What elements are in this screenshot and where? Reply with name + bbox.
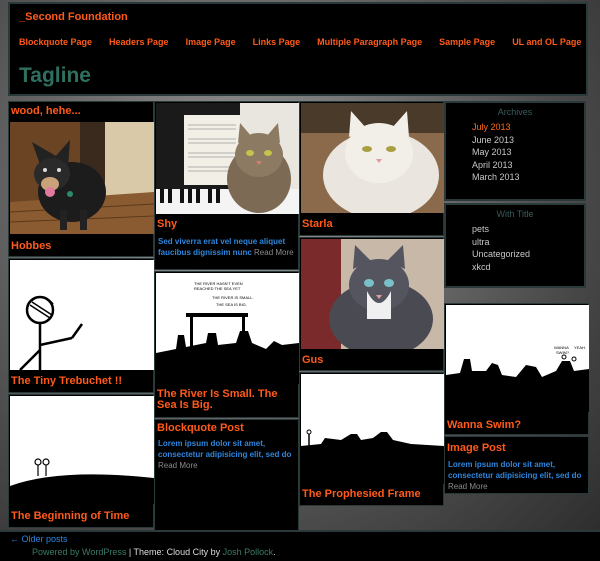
post-title-prophesied[interactable]: The Prophesied Frame: [302, 489, 421, 500]
category-link[interactable]: xkcd: [472, 261, 584, 274]
post-card-starla: Starla: [299, 101, 444, 236]
post-title-beginning[interactable]: The Beginning of Time: [11, 511, 129, 522]
nav-item-ul-ol-page[interactable]: UL and OL Page: [512, 37, 581, 47]
author-link[interactable]: Josh Pollock: [223, 547, 274, 557]
category-link[interactable]: ultra: [472, 236, 584, 249]
nav-item-blockquote-page[interactable]: Blockquote Page: [19, 37, 92, 47]
archive-link[interactable]: April 2013: [472, 159, 584, 172]
site-footer: ← Older posts Powered by WordPress | The…: [0, 530, 600, 561]
svg-text:THE SEA IS BIG.: THE SEA IS BIG.: [216, 302, 247, 307]
post-excerpt-blockquote: Lorem ipsum dolor sit amet, consectetur …: [158, 439, 292, 470]
dog-photo[interactable]: [10, 122, 154, 234]
post-title-hobbes[interactable]: Hobbes: [11, 241, 51, 252]
post-card-river: THE RIVER HASN'T EVEN REACHED THE SEA YE…: [154, 271, 299, 418]
post-title-wood[interactable]: wood, hehe...: [11, 106, 81, 117]
svg-text:SWIM?: SWIM?: [556, 350, 570, 355]
post-excerpt-shy: Sed viverra erat vel neque aliquet fauci…: [158, 237, 294, 257]
wordpress-link[interactable]: Powered by WordPress: [32, 547, 126, 557]
nav-item-links-page[interactable]: Links Page: [253, 37, 301, 47]
post-title-imagepost[interactable]: Image Post: [447, 443, 506, 454]
post-title-swim[interactable]: Wanna Swim?: [447, 420, 521, 431]
beginning-comic[interactable]: [10, 396, 154, 504]
trebuchet-comic[interactable]: [10, 260, 154, 370]
archives-widget: Archives July 2013 June 2013 May 2013 Ap…: [444, 101, 586, 201]
site-tagline: Tagline: [19, 64, 91, 87]
read-more-link[interactable]: Read More: [158, 461, 198, 470]
post-title-blockquote[interactable]: Blockquote Post: [157, 423, 244, 434]
categories-title: With Title: [496, 209, 534, 219]
post-title-trebuchet[interactable]: The Tiny Trebuchet !!: [11, 376, 122, 387]
archives-list: July 2013 June 2013 May 2013 April 2013 …: [472, 121, 584, 184]
site-header: _Second Foundation Blockquote Page Heade…: [8, 2, 588, 96]
post-card-gus: Gus: [299, 237, 444, 371]
archive-link[interactable]: July 2013: [472, 121, 584, 134]
post-title-gus[interactable]: Gus: [302, 355, 323, 366]
post-card-blockquote: Blockquote Post Lorem ipsum dolor sit am…: [154, 419, 299, 531]
archive-link[interactable]: March 2013: [472, 171, 584, 184]
post-title-river[interactable]: The River Is Small. The Sea Is Big.: [157, 389, 297, 411]
nav-item-image-page[interactable]: Image Page: [186, 37, 236, 47]
read-more-link[interactable]: Read More: [448, 482, 488, 491]
main-nav: Blockquote Page Headers Page Image Page …: [19, 37, 598, 47]
archive-link[interactable]: June 2013: [472, 134, 584, 147]
archive-link[interactable]: May 2013: [472, 146, 584, 159]
nav-item-multiple-paragraph-page[interactable]: Multiple Paragraph Page: [317, 37, 422, 47]
prophesied-comic[interactable]: [301, 374, 444, 484]
archives-title: Archives: [497, 107, 533, 117]
post-card-imagepost: Image Post Lorem ipsum dolor sit amet, c…: [444, 436, 589, 494]
read-more-link[interactable]: Read More: [254, 248, 294, 257]
category-link[interactable]: Uncategorized: [472, 248, 584, 261]
post-card-trebuchet: The Tiny Trebuchet !!: [8, 258, 154, 393]
credits: Powered by WordPress | Theme: Cloud City…: [32, 547, 276, 557]
categories-list: pets ultra Uncategorized xkcd: [472, 223, 584, 273]
swim-comic[interactable]: WANNA SWIM? YEAH.: [446, 305, 589, 412]
river-comic[interactable]: THE RIVER HASN'T EVEN REACHED THE SEA YE…: [156, 273, 299, 384]
white-cat-photo[interactable]: [301, 103, 444, 213]
post-card-swim: WANNA SWIM? YEAH. Wanna Swim?: [444, 303, 589, 435]
nav-item-headers-page[interactable]: Headers Page: [109, 37, 169, 47]
post-card-beginning: The Beginning of Time: [8, 394, 154, 528]
svg-text:THE RIVER IS SMALL.: THE RIVER IS SMALL.: [212, 295, 254, 300]
categories-widget: With Title pets ultra Uncategorized xkcd: [444, 203, 586, 288]
post-card-shy: Shy Sed viverra erat vel neque aliquet f…: [154, 101, 299, 270]
cat-piano-photo[interactable]: [156, 103, 299, 214]
post-title-starla[interactable]: Starla: [302, 219, 333, 230]
post-card-prophesied: The Prophesied Frame: [299, 372, 444, 506]
gray-cat-photo[interactable]: [301, 239, 444, 349]
svg-text:YEAH.: YEAH.: [574, 345, 586, 350]
site-title[interactable]: _Second Foundation: [19, 11, 128, 23]
post-title-shy[interactable]: Shy: [157, 219, 177, 230]
nav-item-sample-page[interactable]: Sample Page: [439, 37, 495, 47]
post-excerpt-imagepost: Lorem ipsum dolor sit amet, consectetur …: [448, 460, 582, 491]
older-posts-link[interactable]: ← Older posts: [10, 534, 68, 544]
svg-text:REACHED THE SEA YET: REACHED THE SEA YET: [194, 286, 241, 291]
post-card-wood: wood, hehe... Hobbes: [8, 101, 154, 257]
category-link[interactable]: pets: [472, 223, 584, 236]
